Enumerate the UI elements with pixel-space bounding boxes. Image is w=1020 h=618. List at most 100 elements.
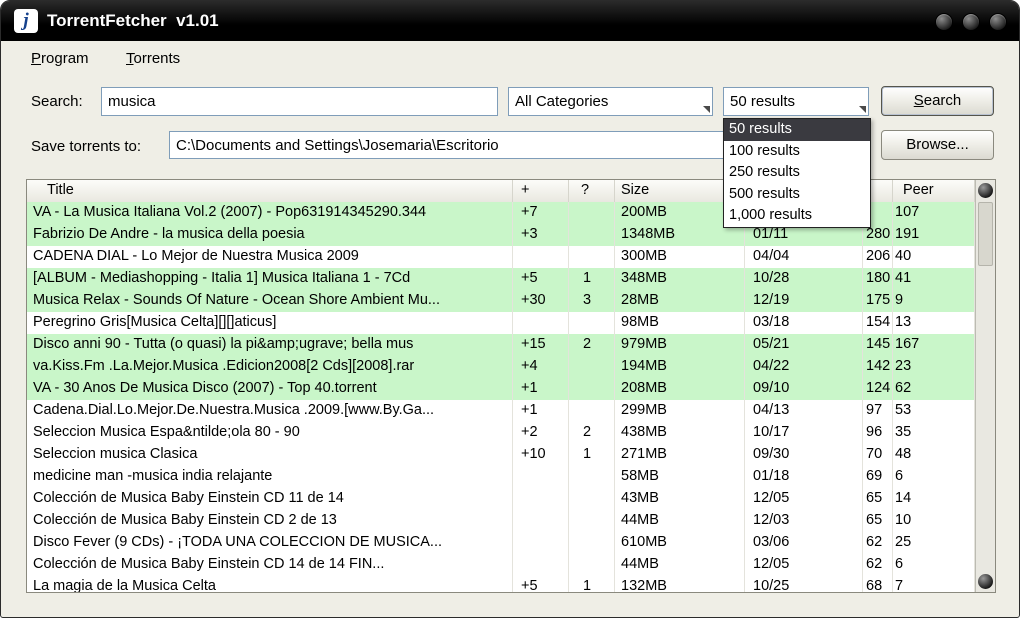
results-dropdown-list: 50 results 100 results 250 results 500 resu… [723, 118, 871, 228]
cell-q [569, 202, 615, 224]
cell-peer: 41 [893, 268, 975, 290]
scrollbar-thumb[interactable] [978, 202, 993, 266]
cell-title: Colección de Musica Baby Einstein CD 2 d… [27, 510, 513, 532]
table-row[interactable]: VA - 30 Anos De Musica Disco (2007) - To… [27, 378, 975, 400]
cell-q: 3 [569, 290, 615, 312]
table-row[interactable]: medicine man -musica india relajante 58MB… [27, 466, 975, 488]
cell-plus [513, 466, 569, 488]
category-select[interactable]: All Categories [508, 87, 713, 116]
cell-seed: 175 [863, 290, 893, 312]
cell-size: 43MB [615, 488, 745, 510]
browse-button-label: Browse... [906, 136, 969, 153]
cell-seed: 154 [863, 312, 893, 334]
cell-plus [513, 488, 569, 510]
browse-button[interactable]: Browse... [881, 130, 994, 160]
cell-size: 44MB [615, 510, 745, 532]
cell-date: 05/21 [745, 334, 863, 356]
cell-title: Seleccion Musica Espa&ntilde;ola 80 - 90 [27, 422, 513, 444]
table-row[interactable]: Colección de Musica Baby Einstein CD 11 … [27, 488, 975, 510]
table-row[interactable]: Colección de Musica Baby Einstein CD 2 d… [27, 510, 975, 532]
table-row[interactable]: Seleccion musica Clasica +10 1 271MB 09/30 70… [27, 444, 975, 466]
cell-seed: 62 [863, 554, 893, 576]
menu-program[interactable]: Program [31, 50, 89, 67]
cell-seed: 68 [863, 576, 893, 592]
torrent-table-body: VA - La Musica Italiana Vol.2 (2007) - P… [27, 202, 975, 592]
cell-date: 12/19 [745, 290, 863, 312]
cell-seed: 142 [863, 356, 893, 378]
cell-plus [513, 510, 569, 532]
table-row[interactable]: Colección de Musica Baby Einstein CD 14 … [27, 554, 975, 576]
cell-size: 348MB [615, 268, 745, 290]
cell-seed: 124 [863, 378, 893, 400]
category-select-value: All Categories [515, 93, 609, 110]
cell-plus [513, 532, 569, 554]
cell-date: 04/13 [745, 400, 863, 422]
scroll-up-button[interactable] [978, 183, 993, 198]
cell-title: VA - La Musica Italiana Vol.2 (2007) - P… [27, 202, 513, 224]
cell-date: 12/05 [745, 554, 863, 576]
column-header-peer[interactable]: Peer [893, 180, 975, 202]
cell-date: 04/22 [745, 356, 863, 378]
cell-date: 10/25 [745, 576, 863, 592]
results-select[interactable]: 50 results [723, 87, 869, 116]
cell-title: Disco anni 90 - Tutta (o quasi) la pi&am… [27, 334, 513, 356]
cell-size: 299MB [615, 400, 745, 422]
table-row[interactable]: va.Kiss.Fm .La.Mejor.Musica .Edicion2008… [27, 356, 975, 378]
table-row[interactable]: Cadena.Dial.Lo.Mejor.De.Nuestra.Musica .… [27, 400, 975, 422]
cell-size: 98MB [615, 312, 745, 334]
scroll-down-button[interactable] [978, 574, 993, 589]
cell-q [569, 246, 615, 268]
search-input[interactable] [101, 87, 498, 116]
table-row[interactable]: La magia de la Musica Celta +5 1 132MB 10/25… [27, 576, 975, 592]
cell-plus: +1 [513, 378, 569, 400]
results-dropdown-option[interactable]: 250 results [724, 162, 870, 184]
cell-peer: 14 [893, 488, 975, 510]
results-dropdown-option[interactable]: 500 results [724, 184, 870, 206]
results-dropdown-option[interactable]: 1,000 results [724, 205, 870, 227]
save-to-label: Save torrents to: [31, 138, 142, 155]
menu-torrents[interactable]: Torrents [126, 50, 180, 67]
table-scrollbar[interactable] [975, 180, 995, 592]
cell-seed: 69 [863, 466, 893, 488]
cell-peer: 13 [893, 312, 975, 334]
cell-peer: 7 [893, 576, 975, 592]
cell-q: 1 [569, 444, 615, 466]
cell-plus: +5 [513, 576, 569, 592]
cell-title: Peregrino Gris[Musica Celta][][]aticus] [27, 312, 513, 334]
cell-title: Fabrizio De Andre - la musica della poes… [27, 224, 513, 246]
app-icon: j [14, 9, 38, 33]
cell-plus: +4 [513, 356, 569, 378]
window-title: TorrentFetcher v1.01 [47, 11, 219, 30]
table-row[interactable]: [ALBUM - Mediashopping - Italia 1] Music… [27, 268, 975, 290]
minimize-button[interactable] [935, 13, 953, 31]
cell-date: 04/04 [745, 246, 863, 268]
table-row[interactable]: Disco Fever (9 CDs) - ¡TODA UNA COLECCIO… [27, 532, 975, 554]
cell-size: 271MB [615, 444, 745, 466]
cell-plus: +1 [513, 400, 569, 422]
maximize-button[interactable] [962, 13, 980, 31]
table-row[interactable]: Peregrino Gris[Musica Celta][][]aticus] 9… [27, 312, 975, 334]
table-row[interactable]: CADENA DIAL - Lo Mejor de Nuestra Musica… [27, 246, 975, 268]
title-bar[interactable]: j TorrentFetcher v1.01 [1, 1, 1019, 41]
table-row[interactable]: Musica Relax - Sounds Of Nature - Ocean … [27, 290, 975, 312]
column-header-plus[interactable]: + [513, 180, 569, 202]
cell-title: [ALBUM - Mediashopping - Italia 1] Music… [27, 268, 513, 290]
results-dropdown-option[interactable]: 50 results [724, 119, 870, 141]
cell-peer: 167 [893, 334, 975, 356]
cell-q [569, 554, 615, 576]
table-row[interactable]: Seleccion Musica Espa&ntilde;ola 80 - 90… [27, 422, 975, 444]
column-header-question[interactable]: ? [569, 180, 615, 202]
search-button[interactable]: Search [881, 86, 994, 116]
cell-q [569, 532, 615, 554]
cell-plus: +2 [513, 422, 569, 444]
results-dropdown-option[interactable]: 100 results [724, 141, 870, 163]
results-select-value: 50 results [730, 93, 796, 110]
cell-q [569, 400, 615, 422]
close-button[interactable] [989, 13, 1007, 31]
table-row[interactable]: Disco anni 90 - Tutta (o quasi) la pi&am… [27, 334, 975, 356]
cell-size: 194MB [615, 356, 745, 378]
column-header-title[interactable]: Title [27, 180, 513, 202]
cell-title: Colección de Musica Baby Einstein CD 14 … [27, 554, 513, 576]
cell-title: Disco Fever (9 CDs) - ¡TODA UNA COLECCIO… [27, 532, 513, 554]
cell-q: 1 [569, 576, 615, 592]
